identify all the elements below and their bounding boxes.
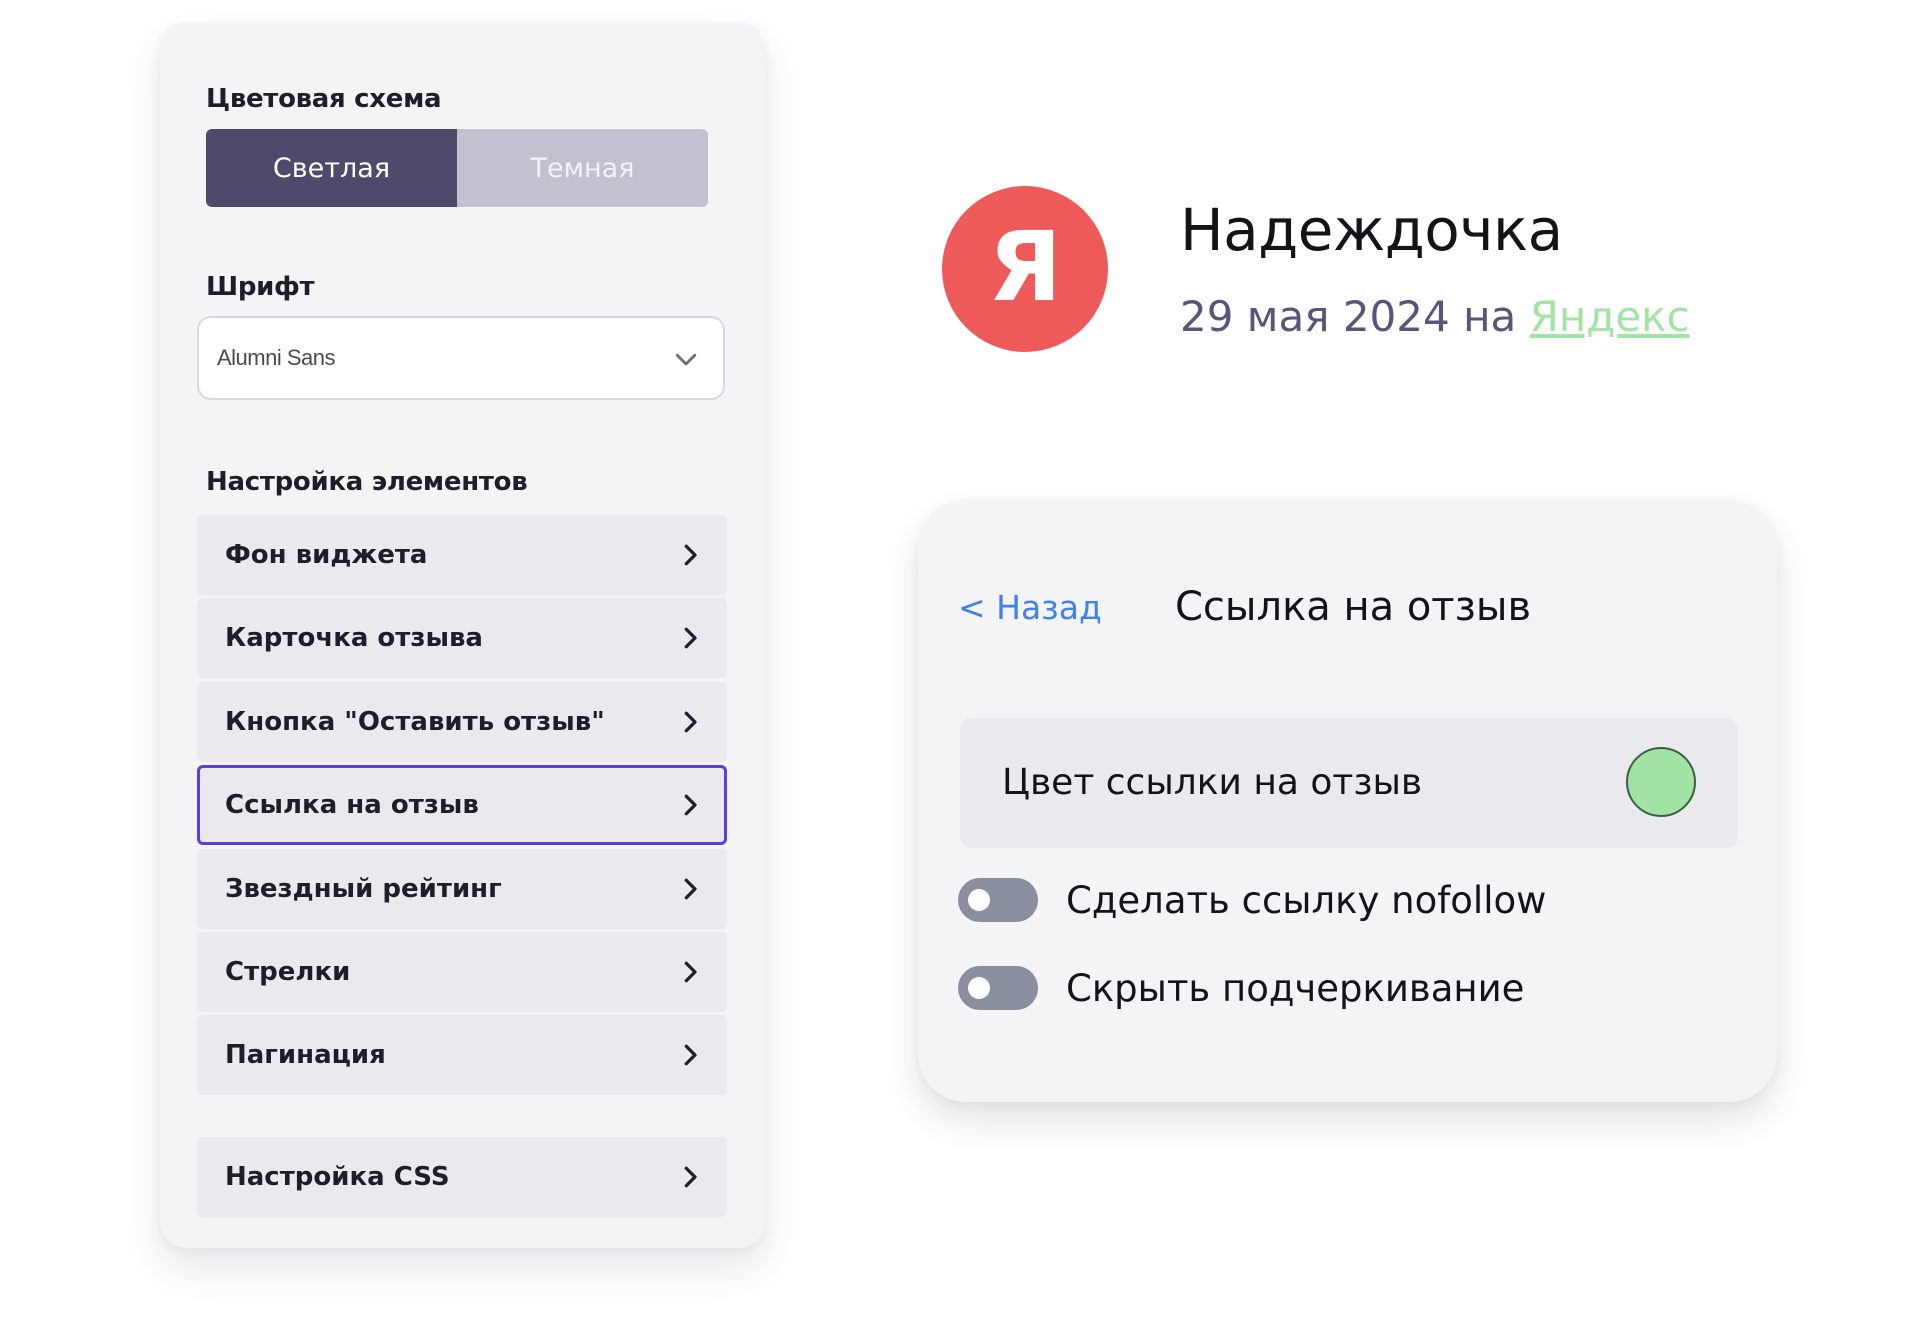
nofollow-toggle-row: Сделать ссылку nofollow [958,878,1546,922]
chevron-down-icon [675,353,697,366]
color-scheme-toggle[interactable]: Светлая Темная [206,129,708,207]
menu-item-label: Ссылка на отзыв [225,790,479,820]
chevron-right-icon [684,961,697,983]
color-scheme-label: Цветовая схема [206,84,442,114]
font-select[interactable]: Alumni Sans [197,316,725,400]
link-color-swatch[interactable] [1626,747,1696,817]
chevron-right-icon [684,794,697,816]
toggle-knob [968,977,990,999]
widget-settings-screen: Цветовая схема Светлая Темная Шрифт Alum… [0,0,1920,1321]
menu-item-widget-background[interactable]: Фон виджета [197,515,727,595]
chevron-right-icon [684,1044,697,1066]
card-title: Ссылка на отзыв [1175,584,1532,630]
review-meta: 29 мая 2024 на Яндекс [1180,292,1690,341]
review-date: 29 мая 2024 [1180,292,1450,341]
chevron-right-icon [684,1166,697,1188]
settings-panel: Цветовая схема Светлая Темная Шрифт Alum… [160,22,765,1248]
menu-item-arrows[interactable]: Стрелки [197,932,727,1012]
hide-underline-toggle-label: Скрыть подчеркивание [1066,966,1525,1010]
link-color-label: Цвет ссылки на отзыв [1002,762,1423,803]
nofollow-toggle[interactable] [958,878,1038,922]
toggle-knob [968,889,990,911]
hide-underline-toggle-row: Скрыть подчеркивание [958,966,1524,1010]
chevron-right-icon [684,544,697,566]
scheme-light-option[interactable]: Светлая [206,129,457,207]
menu-item-label: Пагинация [225,1040,386,1070]
menu-item-review-card[interactable]: Карточка отзыва [197,598,727,678]
nofollow-toggle-label: Сделать ссылку nofollow [1066,878,1547,922]
menu-item-label: Стрелки [225,957,351,987]
menu-item-pagination[interactable]: Пагинация [197,1015,727,1095]
chevron-right-icon [684,711,697,733]
menu-item-label: Кнопка "Оставить отзыв" [225,707,605,737]
review-link-settings-card: < Назад Ссылка на отзыв Цвет ссылки на о… [918,500,1777,1102]
menu-item-review-link[interactable]: Ссылка на отзыв [197,765,727,845]
yandex-logo-icon: Я [988,211,1062,323]
chevron-right-icon [684,627,697,649]
menu-item-label: Карточка отзыва [225,623,483,653]
font-label: Шрифт [206,272,315,302]
scheme-dark-option[interactable]: Темная [457,129,708,207]
reviewer-name: Надеждочка [1180,196,1563,264]
reviewer-avatar: Я [942,186,1108,352]
font-select-value: Alumni Sans [217,345,336,370]
menu-item-label: Звездный рейтинг [225,874,502,904]
elements-settings-label: Настройка элементов [206,467,528,497]
hide-underline-toggle[interactable] [958,966,1038,1010]
back-button[interactable]: < Назад [958,588,1102,627]
menu-item-label: Настройка CSS [225,1162,450,1192]
chevron-right-icon [684,878,697,900]
review-on-word: на [1463,292,1517,341]
menu-item-label: Фон виджета [225,540,428,570]
menu-item-leave-review-button[interactable]: Кнопка "Оставить отзыв" [197,682,727,762]
link-color-row: Цвет ссылки на отзыв [960,718,1738,848]
menu-item-css-settings[interactable]: Настройка CSS [197,1137,727,1217]
menu-item-star-rating[interactable]: Звездный рейтинг [197,849,727,929]
review-source-link[interactable]: Яндекс [1530,292,1690,341]
